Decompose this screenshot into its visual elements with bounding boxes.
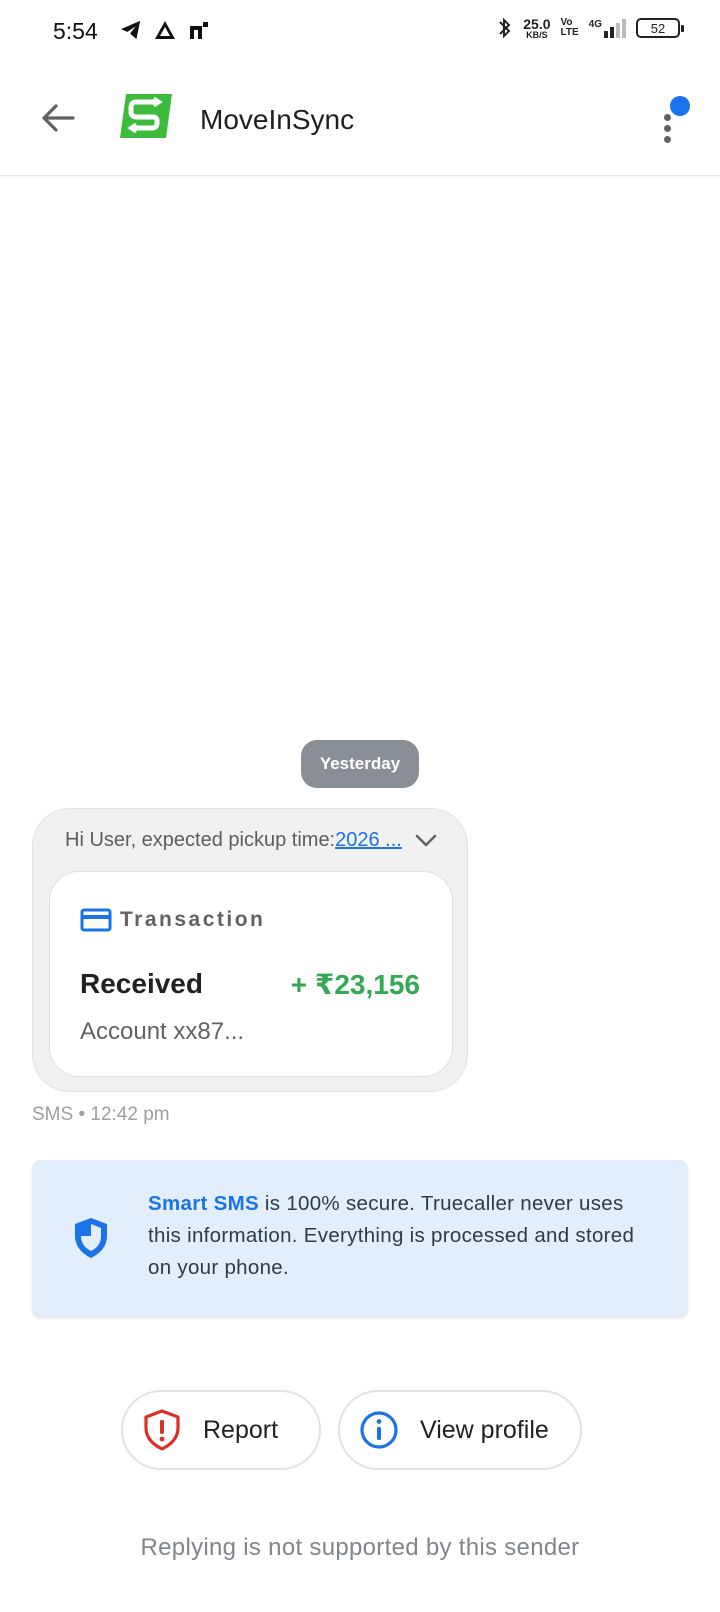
card-type-label: Transaction xyxy=(120,908,266,931)
chevron-down-icon xyxy=(415,834,437,847)
moveinsync-logo-icon xyxy=(120,94,172,138)
smart-sms-banner: Smart SMS is 100% secure. Truecaller nev… xyxy=(32,1160,688,1316)
back-arrow-icon xyxy=(42,104,75,132)
smart-sms-text: Smart SMS is 100% secure. Truecaller nev… xyxy=(148,1192,635,1279)
message-bubble[interactable]: Hi User, expected pickup time:2026 ... T… xyxy=(32,808,468,1092)
reply-not-supported-note: Replying is not supported by this sender xyxy=(140,1534,580,1561)
bluetooth-icon xyxy=(499,17,511,39)
overflow-dot-icon xyxy=(664,125,671,132)
overflow-dot-icon xyxy=(664,136,671,143)
report-shield-icon xyxy=(141,1409,183,1451)
message-preview: Hi User, expected pickup time:2026 ... xyxy=(65,829,402,851)
telegram-icon xyxy=(121,20,141,40)
app-notification-icon xyxy=(155,21,175,39)
notification-icons xyxy=(120,20,210,40)
expand-message-button[interactable] xyxy=(413,831,439,851)
signal-icon: 4G xyxy=(589,18,626,38)
status-bar: 5:54 25.0 KB/S Vo LTE 4G 52 xyxy=(0,0,720,64)
app-bar: MoveInSync xyxy=(0,64,720,176)
notification-badge xyxy=(670,96,690,116)
date-separator: Yesterday xyxy=(301,740,419,788)
report-button[interactable]: Report xyxy=(121,1390,321,1470)
sender-logo[interactable] xyxy=(118,92,174,140)
smart-sms-brand: Smart SMS xyxy=(148,1192,259,1215)
view-profile-label: View profile xyxy=(420,1415,549,1444)
transaction-amount: + ₹23,156 xyxy=(290,969,420,1000)
view-profile-button[interactable]: View profile xyxy=(338,1390,582,1470)
shield-icon xyxy=(75,1218,107,1258)
battery-icon: 52 xyxy=(636,18,684,38)
report-label: Report xyxy=(203,1415,279,1444)
sender-name: MoveInSync xyxy=(200,104,355,135)
back-button[interactable] xyxy=(36,96,80,140)
overflow-dot-icon xyxy=(664,114,671,121)
account-number: Account xx87... xyxy=(80,1018,245,1045)
transaction-card[interactable]: Transaction Received + ₹23,156 Account x… xyxy=(49,871,453,1077)
volte-indicator: Vo LTE xyxy=(560,17,579,38)
overflow-menu-button[interactable] xyxy=(650,94,690,150)
status-right: 25.0 KB/S Vo LTE 4G 52 xyxy=(497,15,684,40)
credit-card-icon xyxy=(80,908,112,932)
message-meta: SMS • 12:42 pm xyxy=(32,1104,170,1125)
transaction-status: Received xyxy=(80,968,203,999)
info-icon xyxy=(358,1409,400,1451)
pickup-time-link[interactable]: 2026 ... xyxy=(335,829,402,851)
card-type: Transaction xyxy=(80,908,265,932)
app-notification-icon xyxy=(190,22,208,39)
net-speed: 25.0 KB/S xyxy=(523,15,551,40)
status-time: 5:54 xyxy=(53,18,98,44)
